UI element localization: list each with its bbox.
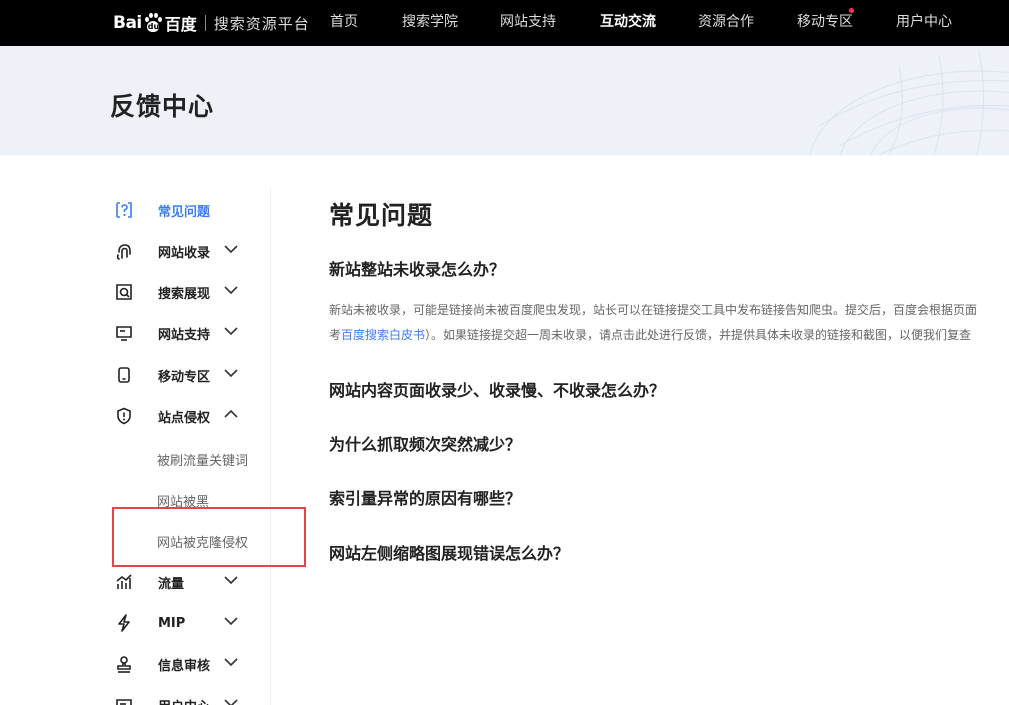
search-frame-icon [113,281,135,303]
nav-user-center[interactable]: 用户中心 [896,0,952,46]
top-navbar: Bai du 百度 搜索资源平台 首页 搜索学院 网站支持 互动交流 资源合作 … [0,0,1009,46]
section-title: 常见问题 [329,201,434,230]
highlight-annotation-box [112,507,306,567]
logo-subtitle: 搜索资源平台 [213,14,310,33]
notification-dot [849,8,854,13]
user-center-icon [113,694,135,705]
sidebar-item-label: MIP [158,615,186,631]
banner-globe-decoration [809,50,1009,155]
chevron-down-icon[interactable] [224,698,238,705]
paw-icon: du [143,13,163,33]
answer-text: 考 [329,328,342,342]
faq-question[interactable]: 网站内容页面收录少、收录慢、不收录怎么办？ [329,377,665,401]
sidebar-item-mip[interactable]: MIP [110,607,260,639]
sidebar-item-label: 移动专区 [158,369,211,385]
chevron-down-icon[interactable] [224,616,238,626]
sidebar-item-info-review[interactable]: 信息审核 [110,648,260,680]
sidebar-subitem-traffic-keywords[interactable]: 被刷流量关键词 [157,450,248,469]
chevron-down-icon[interactable] [224,575,238,585]
logo-divider [204,15,206,31]
nav-interaction[interactable]: 互动交流 [600,0,656,46]
chevron-down-icon[interactable] [224,326,238,336]
page-banner: 反馈中心 [0,46,1009,155]
mobile-icon [113,364,135,386]
sidebar-item-site-support[interactable]: 网站支持 [110,317,260,349]
nav-search-academy[interactable]: 搜索学院 [402,0,458,46]
faq-answer-line: 新站未被收录，可能是链接尚未被百度爬虫发现，站长可以在链接提交工具中发布链接告知… [329,303,978,317]
sidebar-item-label: 信息审核 [158,658,211,674]
sidebar-item-site-infringement[interactable]: 站点侵权 [110,400,260,432]
faq-question[interactable]: 网站左侧缩略图展现错误怎么办？ [329,540,569,564]
fingerprint-icon [113,240,135,262]
logo-text-bai: Bai [113,13,142,33]
lightning-icon [113,612,135,634]
nav-resource-cooperation[interactable]: 资源合作 [698,0,754,46]
logo-text-baidu: 百度 [164,15,197,34]
sidebar-item-mobile-zone[interactable]: 移动专区 [110,359,260,391]
whitepaper-link[interactable]: 百度搜索白皮书 [341,328,425,342]
sidebar-item-label: 流量 [158,576,185,592]
nav-site-support[interactable]: 网站支持 [500,0,556,46]
stamp-icon [113,653,135,675]
faq-question[interactable]: 为什么抓取频次突然减少？ [329,431,521,455]
baidu-logo[interactable]: Bai du 百度 搜索资源平台 [113,10,310,36]
sidebar-item-search-display[interactable]: 搜索展现 [110,276,260,308]
sidebar-divider [270,188,271,705]
sidebar-item-traffic[interactable]: 流量 [110,566,260,598]
chevron-down-icon[interactable] [224,657,238,667]
chart-bars-icon [113,571,135,593]
sidebar-item-site-indexing[interactable]: 网站收录 [110,235,260,267]
chevron-down-icon[interactable] [224,244,238,254]
faq-answer-line: 考百度搜索白皮书）。如果链接提交超一周未收录，请点击此处进行反馈，并提供具体未收… [329,326,971,343]
logo-text-du: du [147,22,160,31]
monitor-icon [113,322,135,344]
chevron-up-icon[interactable] [224,409,238,419]
sidebar-item-label: 站点侵权 [158,410,211,426]
sidebar-item-label: 网站支持 [158,327,211,343]
question-icon [113,199,135,221]
shield-alert-icon [113,405,135,427]
page-title: 反馈中心 [110,92,215,121]
sidebar-item-faq[interactable]: 常见问题 [110,194,260,226]
sidebar-item-label: 网站收录 [158,245,211,261]
answer-text: ）。如果链接提交超一周未收录，请点击此处进行反馈，并提供具体未收录的链接和截图，… [425,328,972,342]
sidebar-item-label: 搜索展现 [158,286,211,302]
nav-mobile-zone[interactable]: 移动专区 [797,0,853,46]
faq-question[interactable]: 新站整站未收录怎么办？ [329,256,505,280]
chevron-down-icon[interactable] [224,285,238,295]
nav-home[interactable]: 首页 [330,0,358,46]
sidebar-item-user-center[interactable]: 用户中心 [110,689,260,705]
faq-question[interactable]: 索引量异常的原因有哪些？ [329,485,521,509]
sidebar-item-label: 用户中心 [158,696,210,705]
chevron-down-icon[interactable] [224,368,238,378]
sidebar-item-label: 常见问题 [158,204,211,220]
